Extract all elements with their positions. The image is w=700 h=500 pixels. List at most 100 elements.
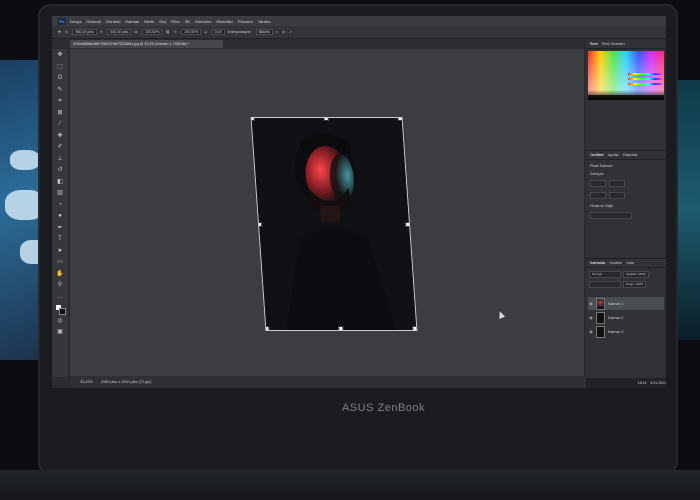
marquee-tool-icon[interactable]: ⬚ — [56, 64, 64, 71]
commit-icon[interactable]: ✓ — [289, 30, 292, 34]
hand-tool-icon[interactable]: ✋ — [56, 271, 64, 278]
menu-filter[interactable]: Filtre — [171, 19, 180, 24]
menu-select[interactable]: Seç — [159, 19, 166, 24]
align-buttons[interactable] — [590, 212, 632, 219]
zoom-tool-icon[interactable]: ⚲ — [56, 282, 64, 289]
transform-handle[interactable] — [264, 326, 270, 331]
more-tools-icon[interactable]: … — [56, 294, 64, 301]
crop-tool-icon[interactable]: ⌗ — [56, 98, 64, 105]
photoshop-logo-icon[interactable]: Ps — [58, 17, 66, 25]
prop-x-field[interactable] — [609, 180, 625, 187]
prop-w-field[interactable] — [590, 180, 606, 187]
pixel-layer-label: Piksel Katmanı — [590, 164, 613, 168]
document-tab[interactable]: 9789b8888ce88f7398297b6f7332689a.jpg @ 3… — [70, 40, 223, 48]
layer-row-3[interactable]: ◉ Katman 3 — [588, 325, 664, 338]
menu-file[interactable]: Dosya — [70, 19, 81, 24]
color-panel-tabs: Renk Renk Örnekleri — [586, 40, 666, 49]
tab-channels[interactable]: Kanallar — [609, 261, 621, 265]
brush-tool-icon[interactable]: ✐ — [56, 144, 64, 151]
stamp-tool-icon[interactable]: ⊥ — [56, 156, 64, 163]
dodge-tool-icon[interactable]: ● — [56, 213, 64, 220]
transform-handle[interactable] — [397, 117, 403, 121]
healing-tool-icon[interactable]: ✚ — [56, 133, 64, 140]
blend-mode-select[interactable]: Normal — [589, 271, 621, 278]
x-field[interactable]: 960,00 piks — [72, 29, 97, 35]
layer-row-1[interactable]: ◉ Katman 1 — [588, 297, 664, 310]
layer-row-2[interactable]: ◉ Katman 2 — [588, 311, 664, 324]
tab-layers[interactable]: Katmanlar — [590, 261, 605, 265]
fill-field[interactable]: Dolgu: 100% — [623, 281, 647, 288]
quick-select-tool-icon[interactable]: ✎ — [56, 87, 64, 94]
angle-field[interactable]: 0,00 — [211, 29, 225, 35]
frame-tool-icon[interactable]: ⊠ — [56, 110, 64, 117]
move-tool-icon[interactable]: ✥ — [58, 30, 61, 34]
tab-swatches[interactable]: Renk Örnekleri — [602, 42, 625, 46]
layers-panel: Katmanlar Kanallar Yollar Normal Opaklık… — [586, 258, 666, 377]
lock-controls[interactable] — [589, 281, 621, 288]
history-brush-icon[interactable]: ↺ — [56, 167, 64, 174]
menu-type[interactable]: Metin — [144, 19, 154, 24]
eyedropper-tool-icon[interactable]: ⁄ — [56, 121, 64, 128]
windows-taskbar: 16:13 5.01.2021 — [586, 378, 666, 388]
move-tool-icon[interactable]: ✥ — [56, 52, 64, 59]
tab-libraries[interactable]: Kitaplıklar — [623, 153, 638, 157]
right-panels: Renk Renk Örnekleri Özellikler Ayarlar K… — [586, 40, 666, 380]
shape-tool-icon[interactable]: ▭ — [56, 259, 64, 266]
gradient-tool-icon[interactable]: ▥ — [56, 190, 64, 197]
transform-handle[interactable] — [412, 326, 418, 331]
transform-handle[interactable] — [404, 222, 411, 227]
document-image[interactable] — [250, 117, 418, 331]
tab-adjustments[interactable]: Ayarlar — [608, 153, 619, 157]
menu-help[interactable]: Yardım — [258, 19, 271, 24]
link-icon[interactable]: ⛓ — [165, 30, 170, 34]
status-bar: 33,33% 1080 piks x 1920 piks (72 ppi) — [70, 376, 594, 388]
height-field[interactable]: 100,00% — [181, 29, 202, 35]
screen-mode-icon[interactable]: ▣ — [56, 329, 64, 336]
time: 16:13 — [637, 381, 647, 385]
blur-tool-icon[interactable]: ◔ — [56, 202, 64, 209]
menu-edit[interactable]: Düzenle — [86, 19, 101, 24]
path-select-icon[interactable]: ➤ — [56, 248, 64, 255]
transform-handle[interactable] — [256, 222, 263, 227]
pen-tool-icon[interactable]: ✒ — [56, 225, 64, 232]
warp-icon[interactable]: ⌗ — [276, 30, 278, 34]
menu-layer[interactable]: Katman — [125, 19, 139, 24]
lasso-tool-icon[interactable]: ʘ — [56, 75, 64, 82]
layer-name: Katman 2 — [608, 315, 624, 320]
color-sliders[interactable] — [628, 70, 662, 88]
y-field[interactable]: 540,00 piks — [107, 29, 132, 35]
eraser-tool-icon[interactable]: ◧ — [56, 179, 64, 186]
canvas-area[interactable] — [70, 49, 584, 376]
tab-paths[interactable]: Yollar — [626, 261, 634, 265]
laptop-keyboard — [0, 470, 700, 500]
menu-image[interactable]: Görüntü — [106, 19, 120, 24]
options-bar: ✥ X: 960,00 piks Y: 540,00 piks G: 100,0… — [52, 26, 666, 39]
tab-properties[interactable]: Özellikler — [590, 153, 604, 157]
width-field[interactable]: 100,00% — [142, 29, 163, 35]
tools-panel: ✥ ⬚ ʘ ✎ ⌗ ⊠ ⁄ ✚ ✐ ⊥ ↺ ◧ ▥ ◔ ● ✒ T ➤ ▭ ✋ … — [52, 49, 68, 377]
mouse-cursor-icon — [496, 310, 506, 319]
interpolation-select[interactable]: Bikübik — [255, 29, 274, 35]
layer-name: Katman 3 — [608, 329, 624, 334]
menu-plugins[interactable]: Eklentiler — [216, 19, 232, 24]
cancel-icon[interactable]: ⊘ — [282, 30, 285, 34]
zoom-level[interactable]: 33,33% — [80, 380, 93, 384]
type-tool-icon[interactable]: T — [56, 236, 64, 243]
quick-mask-icon[interactable]: ◎ — [56, 318, 64, 325]
tab-color[interactable]: Renk — [590, 42, 598, 46]
transform-handle[interactable] — [338, 326, 344, 331]
eye-icon[interactable]: ◉ — [588, 301, 594, 306]
transform-handle[interactable] — [250, 117, 255, 121]
transform-handle[interactable] — [323, 117, 329, 121]
layer-name: Katman 1 — [608, 301, 624, 306]
prop-y-field[interactable] — [609, 192, 625, 199]
document-size: 1080 piks x 1920 piks (72 ppi) — [100, 380, 152, 384]
eye-icon[interactable]: ◉ — [588, 329, 594, 334]
opacity-field[interactable]: Opaklık: 100% — [623, 271, 649, 278]
prop-h-field[interactable] — [590, 192, 606, 199]
color-swatches[interactable] — [56, 305, 66, 315]
menu-3d[interactable]: 3B — [185, 19, 190, 24]
menu-view[interactable]: Görünüm — [195, 19, 212, 24]
menu-window[interactable]: Pencere — [238, 19, 253, 24]
eye-icon[interactable]: ◉ — [588, 315, 594, 320]
